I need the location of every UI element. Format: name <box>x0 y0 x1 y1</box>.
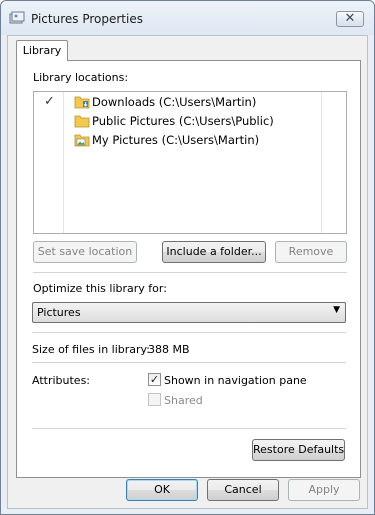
library-locations-label: Library locations: <box>33 71 129 84</box>
set-save-location-button[interactable]: Set save location <box>33 241 137 263</box>
library-icon <box>9 11 25 24</box>
list-item[interactable]: My Pictures (C:\Users\Martin) <box>34 131 322 150</box>
close-button[interactable]: ✕ <box>336 11 364 27</box>
library-tab-panel: Library locations: ✓ Downloads (C:\Users… <box>16 60 361 478</box>
include-folder-button[interactable]: Include a folder... <box>162 241 266 263</box>
optimize-label: Optimize this library for: <box>33 282 167 295</box>
cancel-button[interactable]: Cancel <box>207 479 279 501</box>
list-item[interactable]: Public Pictures (C:\Users\Public) <box>34 112 322 131</box>
title-bar[interactable]: Pictures Properties ✕ <box>1 1 374 35</box>
ok-button[interactable]: OK <box>126 479 198 501</box>
close-icon: ✕ <box>344 11 356 26</box>
location-label: Public Pictures (C:\Users\Public) <box>92 114 274 128</box>
apply-button[interactable]: Apply <box>288 479 360 501</box>
location-label: Downloads (C:\Users\Martin) <box>92 95 257 109</box>
remove-button[interactable]: Remove <box>275 241 347 263</box>
location-label: My Pictures (C:\Users\Martin) <box>92 133 260 147</box>
folder-icon <box>74 115 90 128</box>
dialog-body: Library Library locations: ✓ Downloads (… <box>7 35 368 509</box>
save-location-check-icon: ✓ <box>44 94 55 109</box>
properties-dialog: Pictures Properties ✕ Library Library lo… <box>0 0 375 515</box>
pictures-folder-icon <box>74 134 90 147</box>
separator <box>33 272 347 273</box>
list-item[interactable]: ✓ Downloads (C:\Users\Martin) <box>34 93 322 112</box>
window-title: Pictures Properties <box>31 12 143 26</box>
scroll-column <box>321 92 346 233</box>
optimize-value: Pictures <box>37 306 81 319</box>
dropdown-arrow-icon: ▼ <box>333 305 340 315</box>
downloads-folder-icon <box>74 96 90 109</box>
tab-library[interactable]: Library <box>16 40 68 61</box>
optimize-for-dropdown[interactable]: Pictures ▼ <box>32 302 346 323</box>
library-locations-list[interactable]: ✓ Downloads (C:\Users\Martin) Public Pic… <box>33 91 347 234</box>
